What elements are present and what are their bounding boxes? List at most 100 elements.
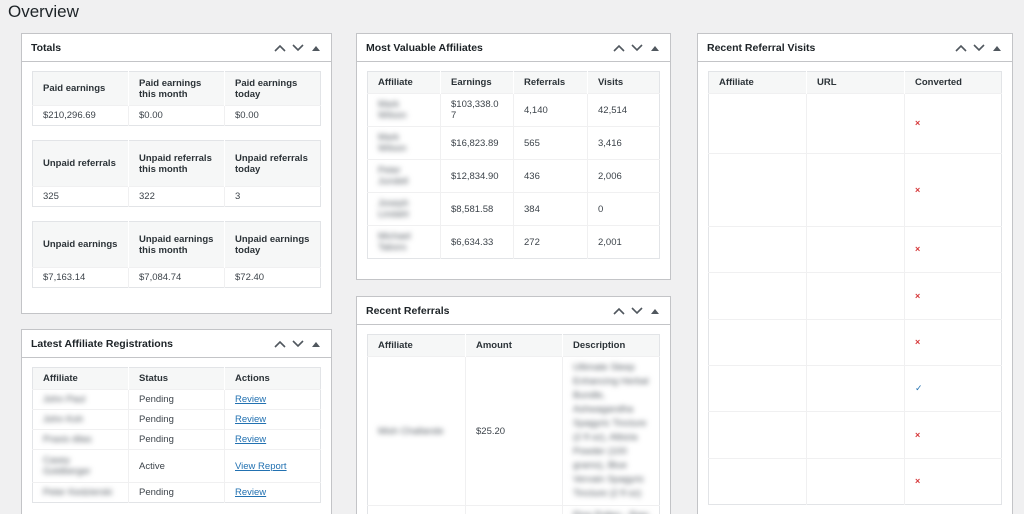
move-down-icon[interactable] [291,337,305,351]
description-cell: Pine Pollen - Raw [562,505,660,514]
move-down-icon[interactable] [972,41,986,55]
recent-referrals-table: Affiliate Amount Description Mish Challand… [367,334,660,514]
affiliate-name: Mish Challande [367,356,466,506]
url-cell [806,458,905,505]
url-cell [806,153,905,227]
widget-header[interactable]: Recent Referral Visits [698,34,1012,62]
affiliate-cell [708,458,807,505]
column-header: Affiliate [708,71,807,94]
not-converted-icon: × [915,476,921,486]
page-title: Overview [8,2,79,21]
table-cell: $0.00 [224,105,321,126]
widget-title: Most Valuable Affiliates [366,41,483,54]
status-text: Pending [128,389,225,410]
move-up-icon[interactable] [954,41,968,55]
move-down-icon[interactable] [630,41,644,55]
widget-header[interactable]: Most Valuable Affiliates [357,34,670,62]
move-down-icon[interactable] [630,304,644,318]
move-up-icon[interactable] [273,337,287,351]
table-cell: $7,084.74 [128,267,225,288]
column-header: Status [128,367,225,390]
collapse-toggle-icon[interactable] [309,337,323,351]
column-header: Amount [465,334,563,357]
move-up-icon[interactable] [612,304,626,318]
widget-header[interactable]: Totals [22,34,331,62]
recent-visits-table: Affiliate URL Converted × × × × × ✓ × × [708,71,1002,505]
move-up-icon[interactable] [612,41,626,55]
totals-unpaid-earnings-table: Unpaid earnings Unpaid earnings this mont… [32,221,321,288]
widget-title: Latest Affiliate Registrations [31,337,173,350]
widget-header[interactable]: Recent Referrals [357,297,670,325]
affiliate-name: Peter Jundell [367,159,441,193]
table-row: Casey Goldberger Active View Report [32,449,321,483]
widget-header[interactable]: Latest Affiliate Registrations [22,330,331,358]
url-cell [806,365,905,412]
recent-referral-visits-widget: Recent Referral Visits Affiliate URL Conve… [697,33,1013,514]
earnings-cell: $8,581.58 [440,192,514,226]
collapse-toggle-icon[interactable] [648,41,662,55]
table-row: × [708,272,1002,320]
widget-title: Totals [31,41,62,54]
table-row: × [708,411,1002,459]
affiliate-name: Mark Wilson [367,126,441,160]
widget-handles [273,41,323,55]
column-header: Paid earnings today [224,71,321,106]
status-text: Active [128,449,225,483]
table-row: Mark Wilson $103,338.07 4,140 42,514 [367,93,660,127]
url-cell [806,93,905,154]
latest-registrations-widget: Latest Affiliate Registrations Affiliate… [21,329,332,514]
affiliate-cell [708,272,807,320]
most-valuable-affiliates-table: Affiliate Earnings Referrals Visits Mark Wi… [367,71,660,259]
review-link[interactable]: Review [235,394,266,405]
table-row: Peter Kedzierski Pending Review [32,482,321,503]
move-up-icon[interactable] [273,41,287,55]
not-converted-icon: × [915,118,921,128]
status-text: Pending [128,482,225,503]
collapse-toggle-icon[interactable] [990,41,1004,55]
move-down-icon[interactable] [291,41,305,55]
column-header: Paid earnings [32,71,129,106]
affiliate-cell [708,319,807,366]
table-row: × [708,153,1002,227]
review-link[interactable]: Review [235,414,266,425]
amount-cell: $25.20 [465,356,563,506]
not-converted-icon: × [915,244,921,254]
table-cell: 3 [224,186,321,207]
widget-title: Recent Referral Visits [707,41,816,54]
affiliate-name: Peter Kedzierski [32,482,129,503]
column-header: Unpaid earnings this month [128,221,225,268]
recent-referrals-widget: Recent Referrals Affiliate Amount Descript… [356,296,671,514]
earnings-cell: $6,634.33 [440,225,514,259]
not-converted-icon: × [915,184,921,195]
column-header: Converted [904,71,1002,94]
earnings-cell: $12,834.90 [440,159,514,193]
table-cell: 325 [32,186,129,207]
affiliate-cell [708,153,807,227]
visits-cell: 0 [587,192,660,226]
column-header: Unpaid referrals [32,140,129,187]
table-row: Mish Challande $25.20 Ultimate Sleep Enhan… [367,356,660,506]
column-header: Unpaid referrals this month [128,140,225,187]
visits-cell: 2,006 [587,159,660,193]
column-header: Actions [224,367,321,390]
column-header: Description [562,334,660,357]
view-report-link[interactable]: View Report [235,461,287,472]
affiliate-cell [708,226,807,273]
affiliate-name: Praxis dilas [32,429,129,450]
referrals-cell: 272 [513,225,588,259]
review-link[interactable]: Review [235,434,266,445]
referrals-cell: 436 [513,159,588,193]
collapse-toggle-icon[interactable] [648,304,662,318]
collapse-toggle-icon[interactable] [309,41,323,55]
column-header: Affiliate [367,71,441,94]
table-row: Pine Pollen - Raw [367,505,660,514]
totals-paid-earnings-table: Paid earnings Paid earnings this month Pai… [32,71,321,126]
affiliate-name [367,505,466,514]
column-header: Unpaid earnings today [224,221,321,268]
table-cell: $72.40 [224,267,321,288]
column-header: Referrals [513,71,588,94]
amount-cell [465,505,563,514]
visits-cell: 2,001 [587,225,660,259]
table-row: Michael Tabors $6,634.33 272 2,001 [367,225,660,259]
review-link[interactable]: Review [235,487,266,498]
